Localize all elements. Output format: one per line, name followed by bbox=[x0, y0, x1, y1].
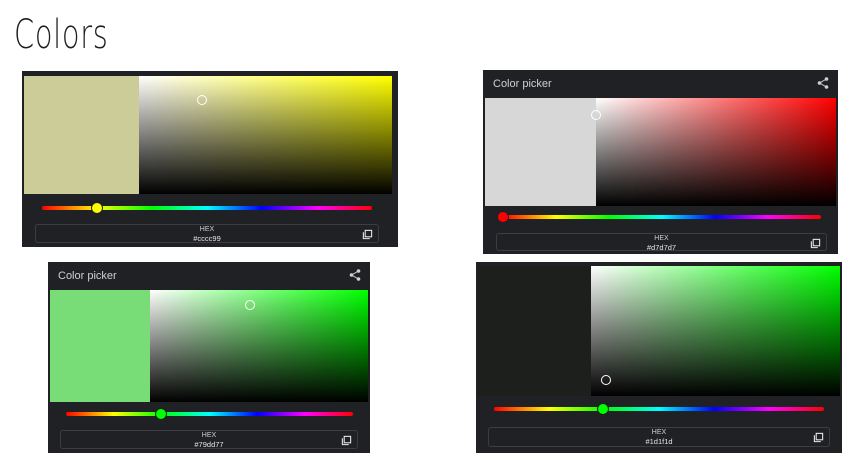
color-picker-card: HEX #1d1f1d bbox=[476, 262, 842, 453]
hex-value[interactable]: #79dd77 bbox=[61, 440, 357, 449]
saturation-value-handle[interactable] bbox=[600, 375, 611, 386]
copy-icon[interactable] bbox=[813, 432, 824, 443]
page-title: Colors bbox=[14, 12, 109, 58]
copy-icon[interactable] bbox=[362, 229, 373, 240]
hex-field[interactable]: HEX #1d1f1d bbox=[488, 427, 830, 447]
color-preview-swatch bbox=[485, 98, 596, 206]
hex-label: HEX bbox=[651, 429, 667, 436]
saturation-value-area[interactable] bbox=[139, 76, 392, 194]
hue-slider-thumb[interactable] bbox=[497, 211, 509, 223]
copy-icon[interactable] bbox=[341, 435, 352, 446]
share-icon[interactable] bbox=[348, 268, 362, 282]
picker-header: Color picker bbox=[483, 70, 838, 98]
color-picker-card: Color picker HEX #d7d7d7 bbox=[483, 70, 838, 254]
color-preview-swatch bbox=[50, 290, 150, 402]
saturation-value-area[interactable] bbox=[591, 98, 836, 206]
hex-value[interactable]: #1d1f1d bbox=[489, 437, 829, 446]
hue-slider-thumb[interactable] bbox=[596, 403, 609, 415]
hex-field[interactable]: HEX #79dd77 bbox=[60, 430, 358, 449]
hex-field[interactable]: HEX #cccc99 bbox=[35, 224, 379, 243]
hex-label: HEX bbox=[199, 226, 215, 233]
hex-value[interactable]: #cccc99 bbox=[36, 234, 378, 243]
saturation-value-area[interactable] bbox=[591, 266, 840, 396]
saturation-value-handle[interactable] bbox=[197, 94, 208, 105]
hex-value[interactable]: #d7d7d7 bbox=[497, 243, 826, 252]
color-preview-swatch bbox=[24, 76, 139, 194]
hue-slider[interactable] bbox=[66, 408, 353, 420]
hex-label: HEX bbox=[201, 432, 217, 439]
saturation-value-handle[interactable] bbox=[591, 110, 601, 121]
picker-title: Color picker bbox=[58, 270, 117, 282]
hue-slider-thumb[interactable] bbox=[154, 408, 167, 420]
saturation-value-area[interactable] bbox=[150, 290, 368, 402]
hue-slider[interactable] bbox=[42, 202, 372, 214]
picker-header: Color picker bbox=[48, 262, 370, 290]
hex-field[interactable]: HEX #d7d7d7 bbox=[496, 233, 827, 252]
share-icon[interactable] bbox=[816, 76, 830, 90]
color-preview-swatch bbox=[478, 266, 591, 396]
picker-title: Color picker bbox=[493, 78, 552, 90]
saturation-value-handle[interactable] bbox=[245, 299, 256, 310]
hue-slider[interactable] bbox=[497, 211, 821, 223]
hue-slider[interactable] bbox=[494, 403, 824, 415]
copy-icon[interactable] bbox=[810, 238, 821, 249]
hue-slider-thumb[interactable] bbox=[90, 202, 103, 214]
hex-label: HEX bbox=[654, 235, 669, 242]
color-picker-card: Color picker HEX #79dd77 bbox=[48, 262, 370, 453]
color-picker-card: HEX #cccc99 bbox=[22, 71, 398, 247]
